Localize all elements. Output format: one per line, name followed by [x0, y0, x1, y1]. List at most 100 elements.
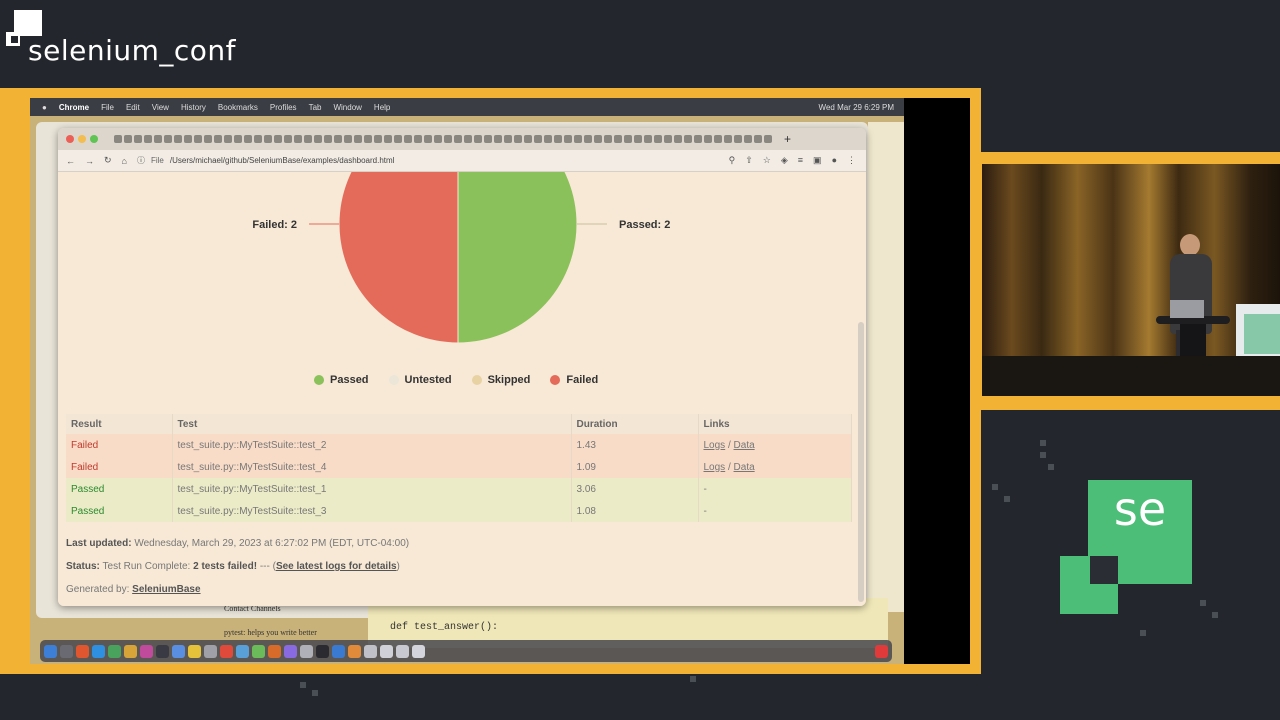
tab-favicon[interactable]	[444, 135, 452, 143]
tab-favicon[interactable]	[334, 135, 342, 143]
chrome-icon[interactable]	[76, 644, 89, 658]
tab-favicon[interactable]	[164, 135, 172, 143]
tab-favicon[interactable]	[244, 135, 252, 143]
tab-favicon[interactable]	[544, 135, 552, 143]
forward-icon[interactable]: →	[85, 156, 94, 166]
tab-favicon[interactable]	[194, 135, 202, 143]
data-link[interactable]: Data	[734, 440, 755, 451]
menu-file[interactable]: File	[101, 103, 114, 112]
share-icon[interactable]: ⇧	[745, 155, 753, 166]
menu-edit[interactable]: Edit	[126, 103, 140, 112]
launchpad-icon[interactable]	[60, 644, 73, 658]
seleniumbase-link[interactable]: SeleniumBase	[132, 584, 200, 595]
app-icon[interactable]	[284, 644, 297, 658]
logs-link[interactable]: Logs	[704, 462, 726, 473]
tab-favicon[interactable]	[484, 135, 492, 143]
app-icon[interactable]	[380, 644, 393, 658]
app-icon[interactable]	[204, 644, 217, 658]
tab-favicon[interactable]	[294, 135, 302, 143]
zoom-icon[interactable]: ⚲	[729, 155, 736, 166]
logs-link[interactable]: Logs	[704, 440, 726, 451]
finder-icon[interactable]	[44, 644, 57, 658]
apple-icon[interactable]: ●	[42, 103, 47, 112]
app-icon[interactable]	[188, 644, 201, 658]
tab-favicon[interactable]	[674, 135, 682, 143]
messages-icon[interactable]	[108, 644, 121, 658]
app-icon[interactable]	[252, 644, 265, 658]
app-icon[interactable]	[316, 644, 329, 658]
menu-kebab-icon[interactable]: ⋮	[847, 155, 856, 166]
tab-favicon[interactable]	[264, 135, 272, 143]
tab-favicon[interactable]	[284, 135, 292, 143]
tab-favicon[interactable]	[454, 135, 462, 143]
tab-favicon[interactable]	[764, 135, 772, 143]
latest-logs-link[interactable]: See latest logs for details	[276, 561, 397, 572]
menu-tab[interactable]: Tab	[309, 103, 322, 112]
app-icon[interactable]	[364, 644, 377, 658]
tab-favicon[interactable]	[624, 135, 632, 143]
trash-icon[interactable]	[875, 644, 888, 658]
tab-favicon[interactable]	[604, 135, 612, 143]
tab-favicon[interactable]	[474, 135, 482, 143]
app-icon[interactable]	[412, 644, 425, 658]
app-icon[interactable]	[348, 644, 361, 658]
tab-favicon[interactable]	[664, 135, 672, 143]
home-icon[interactable]: ⌂	[122, 156, 127, 166]
safari-icon[interactable]	[92, 644, 105, 658]
notes-icon[interactable]	[124, 644, 137, 658]
data-link[interactable]: Data	[734, 462, 755, 473]
tab-favicon[interactable]	[134, 135, 142, 143]
profile-avatar-icon[interactable]: ●	[832, 155, 837, 166]
tab-favicon[interactable]	[714, 135, 722, 143]
page-scrollbar[interactable]	[858, 322, 864, 602]
tab-favicon[interactable]	[574, 135, 582, 143]
app-icon[interactable]	[300, 644, 313, 658]
tab-favicon[interactable]	[364, 135, 372, 143]
tab-favicon[interactable]	[344, 135, 352, 143]
back-icon[interactable]: ←	[66, 156, 75, 166]
menu-view[interactable]: View	[152, 103, 169, 112]
menu-bookmarks[interactable]: Bookmarks	[218, 103, 258, 112]
tab-favicon[interactable]	[464, 135, 472, 143]
tab-favicon[interactable]	[724, 135, 732, 143]
tab-favicon[interactable]	[324, 135, 332, 143]
reload-icon[interactable]: ↻	[104, 155, 112, 166]
tab-favicon[interactable]	[644, 135, 652, 143]
terminal-icon[interactable]	[156, 644, 169, 658]
tab-favicon[interactable]	[414, 135, 422, 143]
tab-favicon[interactable]	[214, 135, 222, 143]
tab-favicon[interactable]	[374, 135, 382, 143]
app-icon[interactable]	[396, 644, 409, 658]
extensions-icon[interactable]: ◈	[781, 155, 788, 166]
tab-favicon[interactable]	[514, 135, 522, 143]
music-icon[interactable]	[140, 644, 153, 658]
app-icon[interactable]	[332, 644, 345, 658]
tab-favicon[interactable]	[584, 135, 592, 143]
tab-favicon[interactable]	[234, 135, 242, 143]
reading-list-icon[interactable]: ≡	[798, 155, 803, 166]
tab-favicon[interactable]	[654, 135, 662, 143]
tab-favicon[interactable]	[274, 135, 282, 143]
tab-favicon[interactable]	[594, 135, 602, 143]
tab-favicon[interactable]	[204, 135, 212, 143]
tab-favicon[interactable]	[424, 135, 432, 143]
app-icon[interactable]	[220, 644, 233, 658]
menu-history[interactable]: History	[181, 103, 206, 112]
tab-favicon[interactable]	[754, 135, 762, 143]
url-text[interactable]: /Users/michael/github/SeleniumBase/examp…	[170, 156, 395, 165]
tab-favicon[interactable]	[154, 135, 162, 143]
menu-profiles[interactable]: Profiles	[270, 103, 297, 112]
app-icon[interactable]	[268, 644, 281, 658]
tab-favicon[interactable]	[704, 135, 712, 143]
tab-favicon[interactable]	[684, 135, 692, 143]
menu-help[interactable]: Help	[374, 103, 390, 112]
tab-favicon[interactable]	[614, 135, 622, 143]
tab-favicon[interactable]	[504, 135, 512, 143]
tab-favicon[interactable]	[304, 135, 312, 143]
tab-favicon[interactable]	[564, 135, 572, 143]
tab-favicon[interactable]	[174, 135, 182, 143]
side-panel-icon[interactable]: ▣	[813, 155, 822, 166]
tab-favicon[interactable]	[434, 135, 442, 143]
bookmark-star-icon[interactable]: ☆	[763, 155, 771, 166]
tab-favicon[interactable]	[184, 135, 192, 143]
